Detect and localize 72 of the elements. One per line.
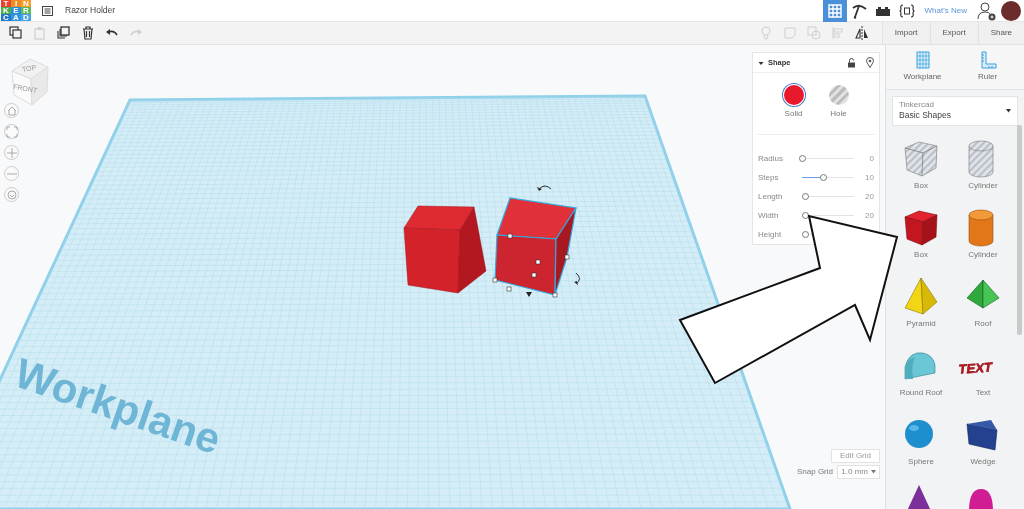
text-shape-icon: TEXT bbox=[956, 343, 1010, 387]
mirror-icon bbox=[854, 26, 869, 40]
param-value: 20 bbox=[864, 190, 874, 203]
param-value: 10 bbox=[864, 171, 874, 184]
orbit-icon bbox=[5, 188, 18, 201]
shape-library-dropdown[interactable]: Tinkercad Basic Shapes bbox=[892, 96, 1018, 126]
list-icon bbox=[41, 5, 53, 16]
copy-icon bbox=[9, 26, 23, 40]
lock-icon[interactable] bbox=[847, 57, 856, 68]
caret-icon bbox=[1006, 109, 1011, 113]
trash-icon bbox=[81, 26, 95, 40]
snap-grid-dropdown[interactable]: 1.0 mm bbox=[837, 465, 880, 479]
align-icon bbox=[830, 26, 845, 40]
pin-icon[interactable] bbox=[866, 57, 874, 68]
logo-letter: K bbox=[1, 7, 11, 14]
design-title: Razor Holder bbox=[65, 4, 116, 17]
scrollbar[interactable] bbox=[1017, 125, 1022, 335]
plus-icon bbox=[5, 146, 18, 159]
tinkercad-logo[interactable]: T I N K E R C A D bbox=[1, 0, 31, 21]
ruler-tool[interactable]: Ruler bbox=[957, 51, 1018, 83]
shape-item[interactable]: Wedge bbox=[952, 406, 1014, 475]
shape-item[interactable]: Cylinder bbox=[952, 130, 1014, 199]
logo-letter: E bbox=[11, 7, 21, 14]
duplicate-icon bbox=[57, 26, 71, 40]
shape-item[interactable]: Roof bbox=[952, 268, 1014, 337]
workplane-grid-icon bbox=[913, 51, 932, 69]
logo-letter: T bbox=[1, 0, 11, 7]
logo-letter: N bbox=[21, 0, 31, 7]
slider-thumb[interactable] bbox=[801, 193, 809, 200]
cube[interactable] bbox=[492, 197, 577, 298]
add-user-icon[interactable] bbox=[977, 0, 997, 21]
param-label: Steps bbox=[758, 171, 780, 184]
shape-item[interactable]: Sphere bbox=[890, 406, 952, 475]
edit-grid-button[interactable]: Edit Grid bbox=[830, 449, 880, 463]
shape-item[interactable]: Round Roof bbox=[890, 337, 952, 406]
param-value: 20 bbox=[864, 209, 874, 222]
logo-letter: I bbox=[11, 0, 21, 7]
avatar[interactable] bbox=[1001, 0, 1021, 21]
logo-letter: A bbox=[11, 14, 21, 21]
note-icon bbox=[782, 26, 797, 40]
param-label: Height bbox=[758, 228, 783, 241]
workplane-tool[interactable]: Workplane bbox=[892, 51, 953, 83]
code-blocks-icon bbox=[898, 2, 915, 19]
snap-grid-label: Snap Grid bbox=[796, 466, 833, 478]
home-icon bbox=[5, 104, 18, 117]
param-label: Radius bbox=[758, 152, 784, 165]
shape-item[interactable]: TEXT Text bbox=[952, 337, 1014, 406]
shape-item[interactable]: Box bbox=[890, 199, 952, 268]
fit-view-icon bbox=[5, 125, 18, 138]
ruler-icon bbox=[978, 51, 997, 69]
grid-view-icon bbox=[826, 2, 843, 19]
param-label: Length bbox=[758, 190, 784, 203]
slider-thumb[interactable] bbox=[801, 231, 809, 238]
paste-icon bbox=[33, 26, 47, 40]
whats-new-link[interactable]: What's New bbox=[918, 4, 973, 17]
logo-letter: C bbox=[1, 14, 11, 21]
logo-letter: R bbox=[21, 7, 31, 14]
shape-item[interactable]: Box bbox=[890, 130, 952, 199]
caret-icon[interactable] bbox=[758, 59, 764, 66]
pickaxe-icon bbox=[850, 2, 867, 19]
group-icon bbox=[806, 26, 821, 40]
shape-item[interactable]: Pyramid bbox=[890, 268, 952, 337]
slider-thumb[interactable] bbox=[799, 155, 806, 162]
param-value: 0 bbox=[868, 152, 874, 165]
light-bulb-icon bbox=[758, 26, 773, 40]
slider-thumb[interactable] bbox=[819, 174, 827, 181]
shape-item[interactable]: Cylinder bbox=[952, 199, 1014, 268]
rotate-handle-icon[interactable] bbox=[574, 272, 580, 285]
logo-letter: D bbox=[21, 14, 31, 21]
cube[interactable] bbox=[403, 205, 487, 294]
param-label: Width bbox=[758, 209, 780, 222]
rotate-handle-icon[interactable] bbox=[537, 185, 552, 191]
